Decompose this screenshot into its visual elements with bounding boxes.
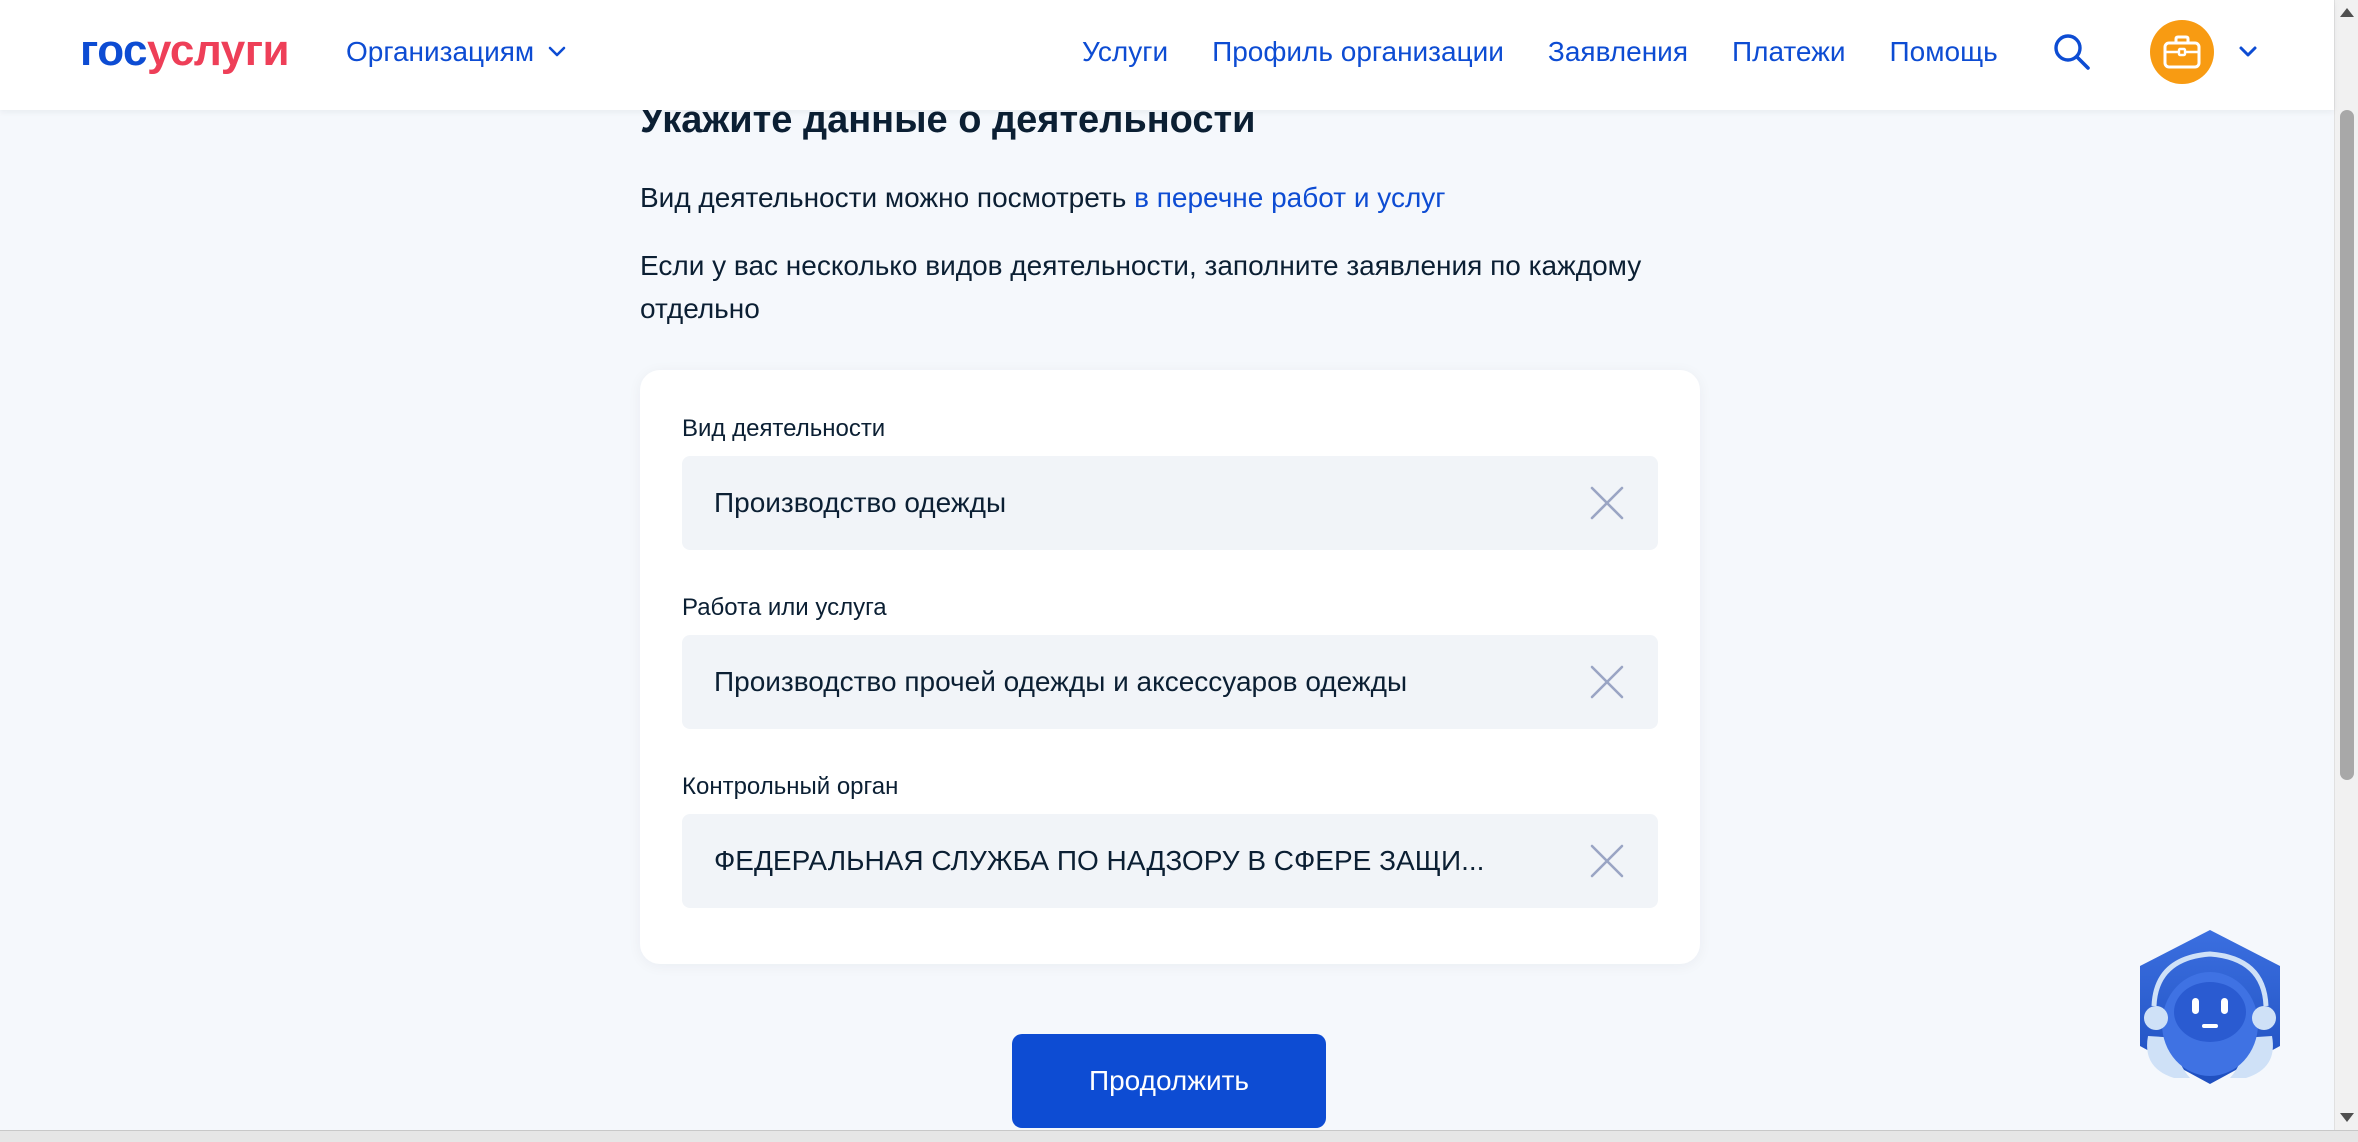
activity-hint: Вид деятельности можно посмотреть в пере… (640, 180, 1446, 216)
clear-work-or-service-icon[interactable] (1588, 663, 1626, 701)
activity-type-value: Производство одежды (714, 487, 1007, 518)
works-and-services-list-link[interactable]: в перечне работ и услуг (1134, 182, 1445, 213)
clear-activity-type-icon[interactable] (1588, 484, 1626, 522)
scrollbar-thumb[interactable] (2340, 110, 2354, 780)
chevron-down-icon (548, 46, 566, 57)
continue-button[interactable]: Продолжить (1012, 1034, 1326, 1128)
organization-avatar[interactable] (2150, 20, 2214, 84)
activity-form-card: Вид деятельности Производство одежды Раб… (640, 370, 1700, 964)
nav-item-services[interactable]: Услуги (1082, 36, 1168, 68)
nav-item-org-profile[interactable]: Профиль организации (1212, 36, 1504, 68)
window-bottom-edge (0, 1130, 2358, 1142)
main-nav: Услуги Профиль организации Заявления Пла… (1082, 32, 2042, 72)
organizations-menu-label: Организациям (346, 36, 535, 67)
gosuslugi-logo[interactable]: госуслуги (80, 24, 290, 78)
control-authority-field[interactable]: ФЕДЕРАЛЬНАЯ СЛУЖБА ПО НАДЗОРУ В СФЕРЕ ЗА… (682, 814, 1658, 908)
scroll-up-arrow-icon[interactable] (2340, 8, 2354, 17)
work-or-service-field[interactable]: Производство прочей одежды и аксессуаров… (682, 635, 1658, 729)
organizations-menu[interactable]: Организациям (346, 32, 566, 72)
control-authority-value: ФЕДЕРАЛЬНАЯ СЛУЖБА ПО НАДЗОРУ В СФЕРЕ ЗА… (714, 845, 1485, 876)
search-button[interactable] (2052, 32, 2092, 72)
nav-item-help[interactable]: Помощь (1890, 36, 1998, 68)
briefcase-icon (2163, 35, 2201, 69)
nav-item-applications[interactable]: Заявления (1548, 36, 1688, 68)
clear-control-authority-icon[interactable] (1588, 842, 1626, 880)
logo-part-uslugi: услуги (147, 26, 290, 75)
activity-type-field[interactable]: Производство одежды (682, 456, 1658, 550)
scroll-down-arrow-icon[interactable] (2340, 1113, 2354, 1122)
robot-assistant-icon (2140, 930, 2280, 1084)
account-chevron-down-icon[interactable] (2236, 40, 2260, 64)
nav-item-payments[interactable]: Платежи (1732, 36, 1846, 68)
activity-type-label: Вид деятельности (682, 415, 886, 442)
logo-part-gos: гос (80, 26, 148, 75)
search-icon (2054, 34, 2090, 70)
site-header: госуслуги Организациям Услуги Профиль ор… (0, 0, 2334, 110)
multiple-activities-note: Если у вас несколько видов деятельности,… (640, 250, 1642, 324)
control-authority-label: Контрольный орган (682, 773, 899, 800)
page-scrollbar[interactable] (2334, 0, 2358, 1130)
activity-hint-text: Вид деятельности можно посмотреть (640, 182, 1135, 213)
work-or-service-value: Производство прочей одежды и аксессуаров… (714, 666, 1408, 697)
page: госуслуги Организациям Услуги Профиль ор… (0, 0, 2358, 1142)
work-or-service-label: Работа или услуга (682, 594, 887, 621)
assistant-robot-button[interactable] (2134, 928, 2286, 1088)
